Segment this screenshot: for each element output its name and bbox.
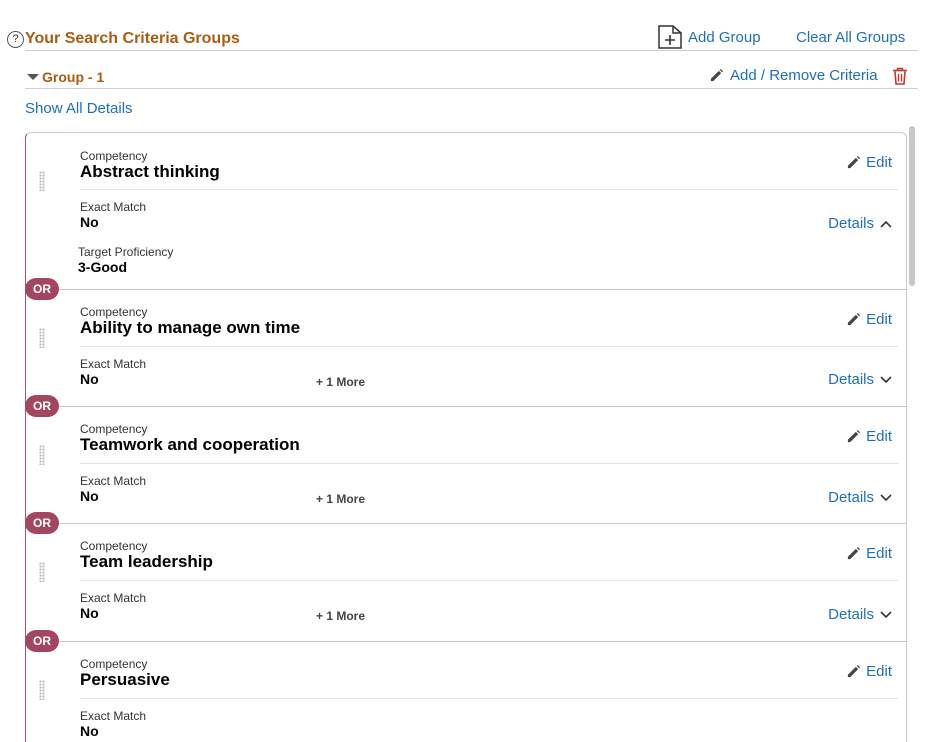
pencil-icon <box>848 664 861 678</box>
target-proficiency-label: Target Proficiency <box>78 245 174 259</box>
group-toggle[interactable]: Group - 1 <box>27 69 104 85</box>
more-link[interactable]: + 1 More <box>316 375 365 389</box>
target-proficiency-value: 3-Good <box>78 259 127 275</box>
edit-label: Edit <box>866 663 892 680</box>
add-remove-criteria-button[interactable]: Add / Remove Criteria <box>709 67 878 84</box>
competency-value: Persuasive <box>80 670 170 689</box>
clear-all-groups-link[interactable]: Clear All Groups <box>796 29 905 46</box>
exact-match-value: No <box>80 488 99 504</box>
row-divider <box>80 580 898 581</box>
details-label: Details <box>828 606 874 623</box>
row-divider <box>80 346 898 347</box>
chevron-down-icon <box>880 610 892 618</box>
add-group-label: Add Group <box>688 28 761 46</box>
group-title: Group - 1 <box>42 69 105 85</box>
exact-match-label: Exact Match <box>80 200 147 214</box>
trash-icon[interactable] <box>892 67 908 85</box>
details-toggle[interactable]: Details <box>828 489 892 506</box>
drag-handle-icon[interactable] <box>39 680 45 700</box>
scrollbar[interactable] <box>909 126 915 286</box>
competency-value: Team leadership <box>80 552 213 571</box>
group-divider <box>25 88 918 89</box>
exact-match-label: Exact Match <box>80 474 147 488</box>
competency-label: Competency <box>80 657 148 671</box>
or-connector-badge: OR <box>25 278 59 300</box>
drag-handle-icon[interactable] <box>39 445 45 465</box>
edit-label: Edit <box>866 154 892 171</box>
criteria-card: Competency Ability to manage own time Ed… <box>25 289 907 407</box>
edit-label: Edit <box>866 428 892 445</box>
page-title: Your Search Criteria Groups <box>25 30 240 47</box>
exact-match-value: No <box>80 371 99 387</box>
help-icon[interactable]: ? <box>7 31 24 48</box>
edit-label: Edit <box>866 311 892 328</box>
row-divider <box>80 463 898 464</box>
exact-match-label: Exact Match <box>80 591 147 605</box>
exact-match-value: No <box>80 723 99 739</box>
drag-handle-icon[interactable] <box>39 171 45 191</box>
details-label: Details <box>828 489 874 506</box>
criteria-card: Competency Abstract thinking Edit Exact … <box>25 132 907 290</box>
chevron-down-icon <box>880 493 892 501</box>
edit-button[interactable]: Edit <box>846 545 892 562</box>
add-remove-criteria-label: Add / Remove Criteria <box>730 67 878 84</box>
exact-match-label: Exact Match <box>80 709 147 723</box>
row-divider <box>80 698 898 699</box>
details-toggle[interactable]: Details <box>828 371 892 388</box>
pencil-icon <box>848 546 861 560</box>
details-toggle[interactable]: Details <box>828 606 892 623</box>
competency-value: Teamwork and cooperation <box>80 435 300 454</box>
caret-down-icon <box>27 74 39 80</box>
details-toggle[interactable]: Details <box>828 215 892 232</box>
pencil-icon <box>848 429 861 443</box>
chevron-down-icon <box>880 375 892 383</box>
criteria-card: Competency Persuasive Edit Exact Match N… <box>25 641 907 742</box>
more-link[interactable]: + 1 More <box>316 492 365 506</box>
pencil-icon <box>848 312 861 326</box>
edit-label: Edit <box>866 545 892 562</box>
details-label: Details <box>828 371 874 388</box>
edit-button[interactable]: Edit <box>846 663 892 680</box>
header-divider <box>25 50 918 51</box>
competency-label: Competency <box>80 305 148 319</box>
competency-value: Abstract thinking <box>80 162 220 181</box>
edit-button[interactable]: Edit <box>846 154 892 171</box>
competency-label: Competency <box>80 539 148 553</box>
add-group-button[interactable]: Add Group <box>658 25 761 49</box>
exact-match-value: No <box>80 214 99 230</box>
row-divider <box>80 189 898 190</box>
or-connector-badge: OR <box>25 512 59 534</box>
edit-button[interactable]: Edit <box>846 428 892 445</box>
pencil-icon <box>710 68 724 82</box>
exact-match-value: No <box>80 605 99 621</box>
competency-value: Ability to manage own time <box>80 318 301 337</box>
or-connector-badge: OR <box>25 630 59 652</box>
or-connector-badge: OR <box>25 395 59 417</box>
drag-handle-icon[interactable] <box>39 562 45 582</box>
show-all-details-link[interactable]: Show All Details <box>25 100 133 117</box>
competency-label: Competency <box>80 422 148 436</box>
chevron-up-icon <box>880 220 892 228</box>
more-link[interactable]: + 1 More <box>316 609 365 623</box>
criteria-card: Competency Teamwork and cooperation Edit… <box>25 406 907 524</box>
competency-label: Competency <box>80 149 148 163</box>
pencil-icon <box>848 155 861 169</box>
add-folder-icon <box>658 25 682 49</box>
criteria-card: Competency Team leadership Edit Exact Ma… <box>25 523 907 642</box>
details-label: Details <box>828 215 874 232</box>
drag-handle-icon[interactable] <box>39 328 45 348</box>
exact-match-label: Exact Match <box>80 357 147 371</box>
edit-button[interactable]: Edit <box>846 311 892 328</box>
